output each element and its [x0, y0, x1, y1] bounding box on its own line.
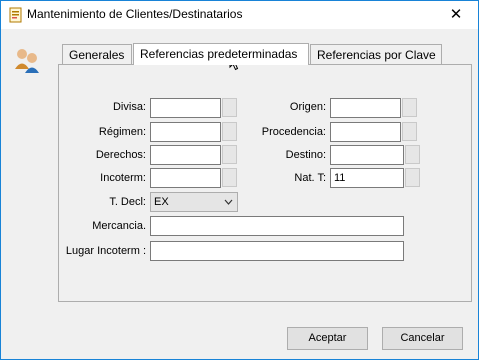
derechos-field[interactable] [150, 145, 221, 165]
window-title: Mantenimiento de Clientes/Destinatarios [27, 7, 243, 21]
title-bar: Mantenimiento de Clientes/Destinatarios … [1, 1, 478, 29]
tab-referencias-por-clave-label: Referencias por Clave [317, 48, 436, 62]
incoterm-lookup-button[interactable] [222, 168, 237, 187]
derechos-lookup-button[interactable] [222, 145, 237, 164]
lugar-incoterm-field[interactable] [150, 241, 404, 261]
regimen-lookup-button[interactable] [222, 122, 237, 141]
origen-lookup-button[interactable] [402, 98, 417, 117]
t-decl-value: EX [154, 196, 169, 208]
t-decl-label: T. Decl: [109, 196, 146, 208]
nat-t-lookup-button[interactable] [405, 168, 420, 187]
users-icon [15, 49, 39, 73]
regimen-label: Régimen: [98, 126, 146, 138]
lugar-incoterm-label: Lugar Incoterm : [65, 245, 146, 257]
divisa-field[interactable] [150, 98, 221, 118]
procedencia-lookup-button[interactable] [402, 122, 417, 141]
tab-generales[interactable]: Generales [62, 44, 132, 64]
procedencia-label: Procedencia: [261, 126, 326, 138]
origen-field[interactable] [330, 98, 401, 118]
destino-label: Destino: [285, 149, 326, 161]
mercancia-label: Mercancia. [92, 220, 146, 232]
divisa-lookup-button[interactable] [222, 98, 237, 117]
form-icon [9, 7, 22, 23]
accept-button[interactable]: Aceptar [287, 327, 368, 350]
close-button[interactable]: ✕ [434, 1, 478, 29]
close-icon: ✕ [449, 6, 463, 23]
incoterm-label: Incoterm: [100, 172, 146, 184]
nat-t-label: Nat. T: [294, 172, 326, 184]
procedencia-field[interactable] [330, 122, 401, 142]
tab-referencias-por-clave[interactable]: Referencias por Clave [310, 44, 442, 64]
origen-label: Origen: [289, 101, 326, 113]
chevron-down-icon [224, 193, 233, 217]
tab-referencias-predeterminadas[interactable]: Referencias predeterminadas [133, 43, 309, 65]
destino-lookup-button[interactable] [405, 145, 420, 164]
derechos-label: Derechos: [95, 149, 146, 161]
tab-referencias-predeterminadas-label: Referencias predeterminadas [140, 47, 298, 61]
cancel-button[interactable]: Cancelar [382, 327, 463, 350]
nat-t-field[interactable]: 11 [330, 168, 404, 188]
mercancia-field[interactable] [150, 216, 404, 236]
destino-field[interactable] [330, 145, 404, 165]
regimen-field[interactable] [150, 122, 221, 142]
incoterm-field[interactable] [150, 168, 221, 188]
tab-generales-label: Generales [69, 48, 125, 62]
t-decl-select[interactable]: EX [150, 192, 238, 212]
divisa-label: Divisa: [112, 101, 146, 113]
